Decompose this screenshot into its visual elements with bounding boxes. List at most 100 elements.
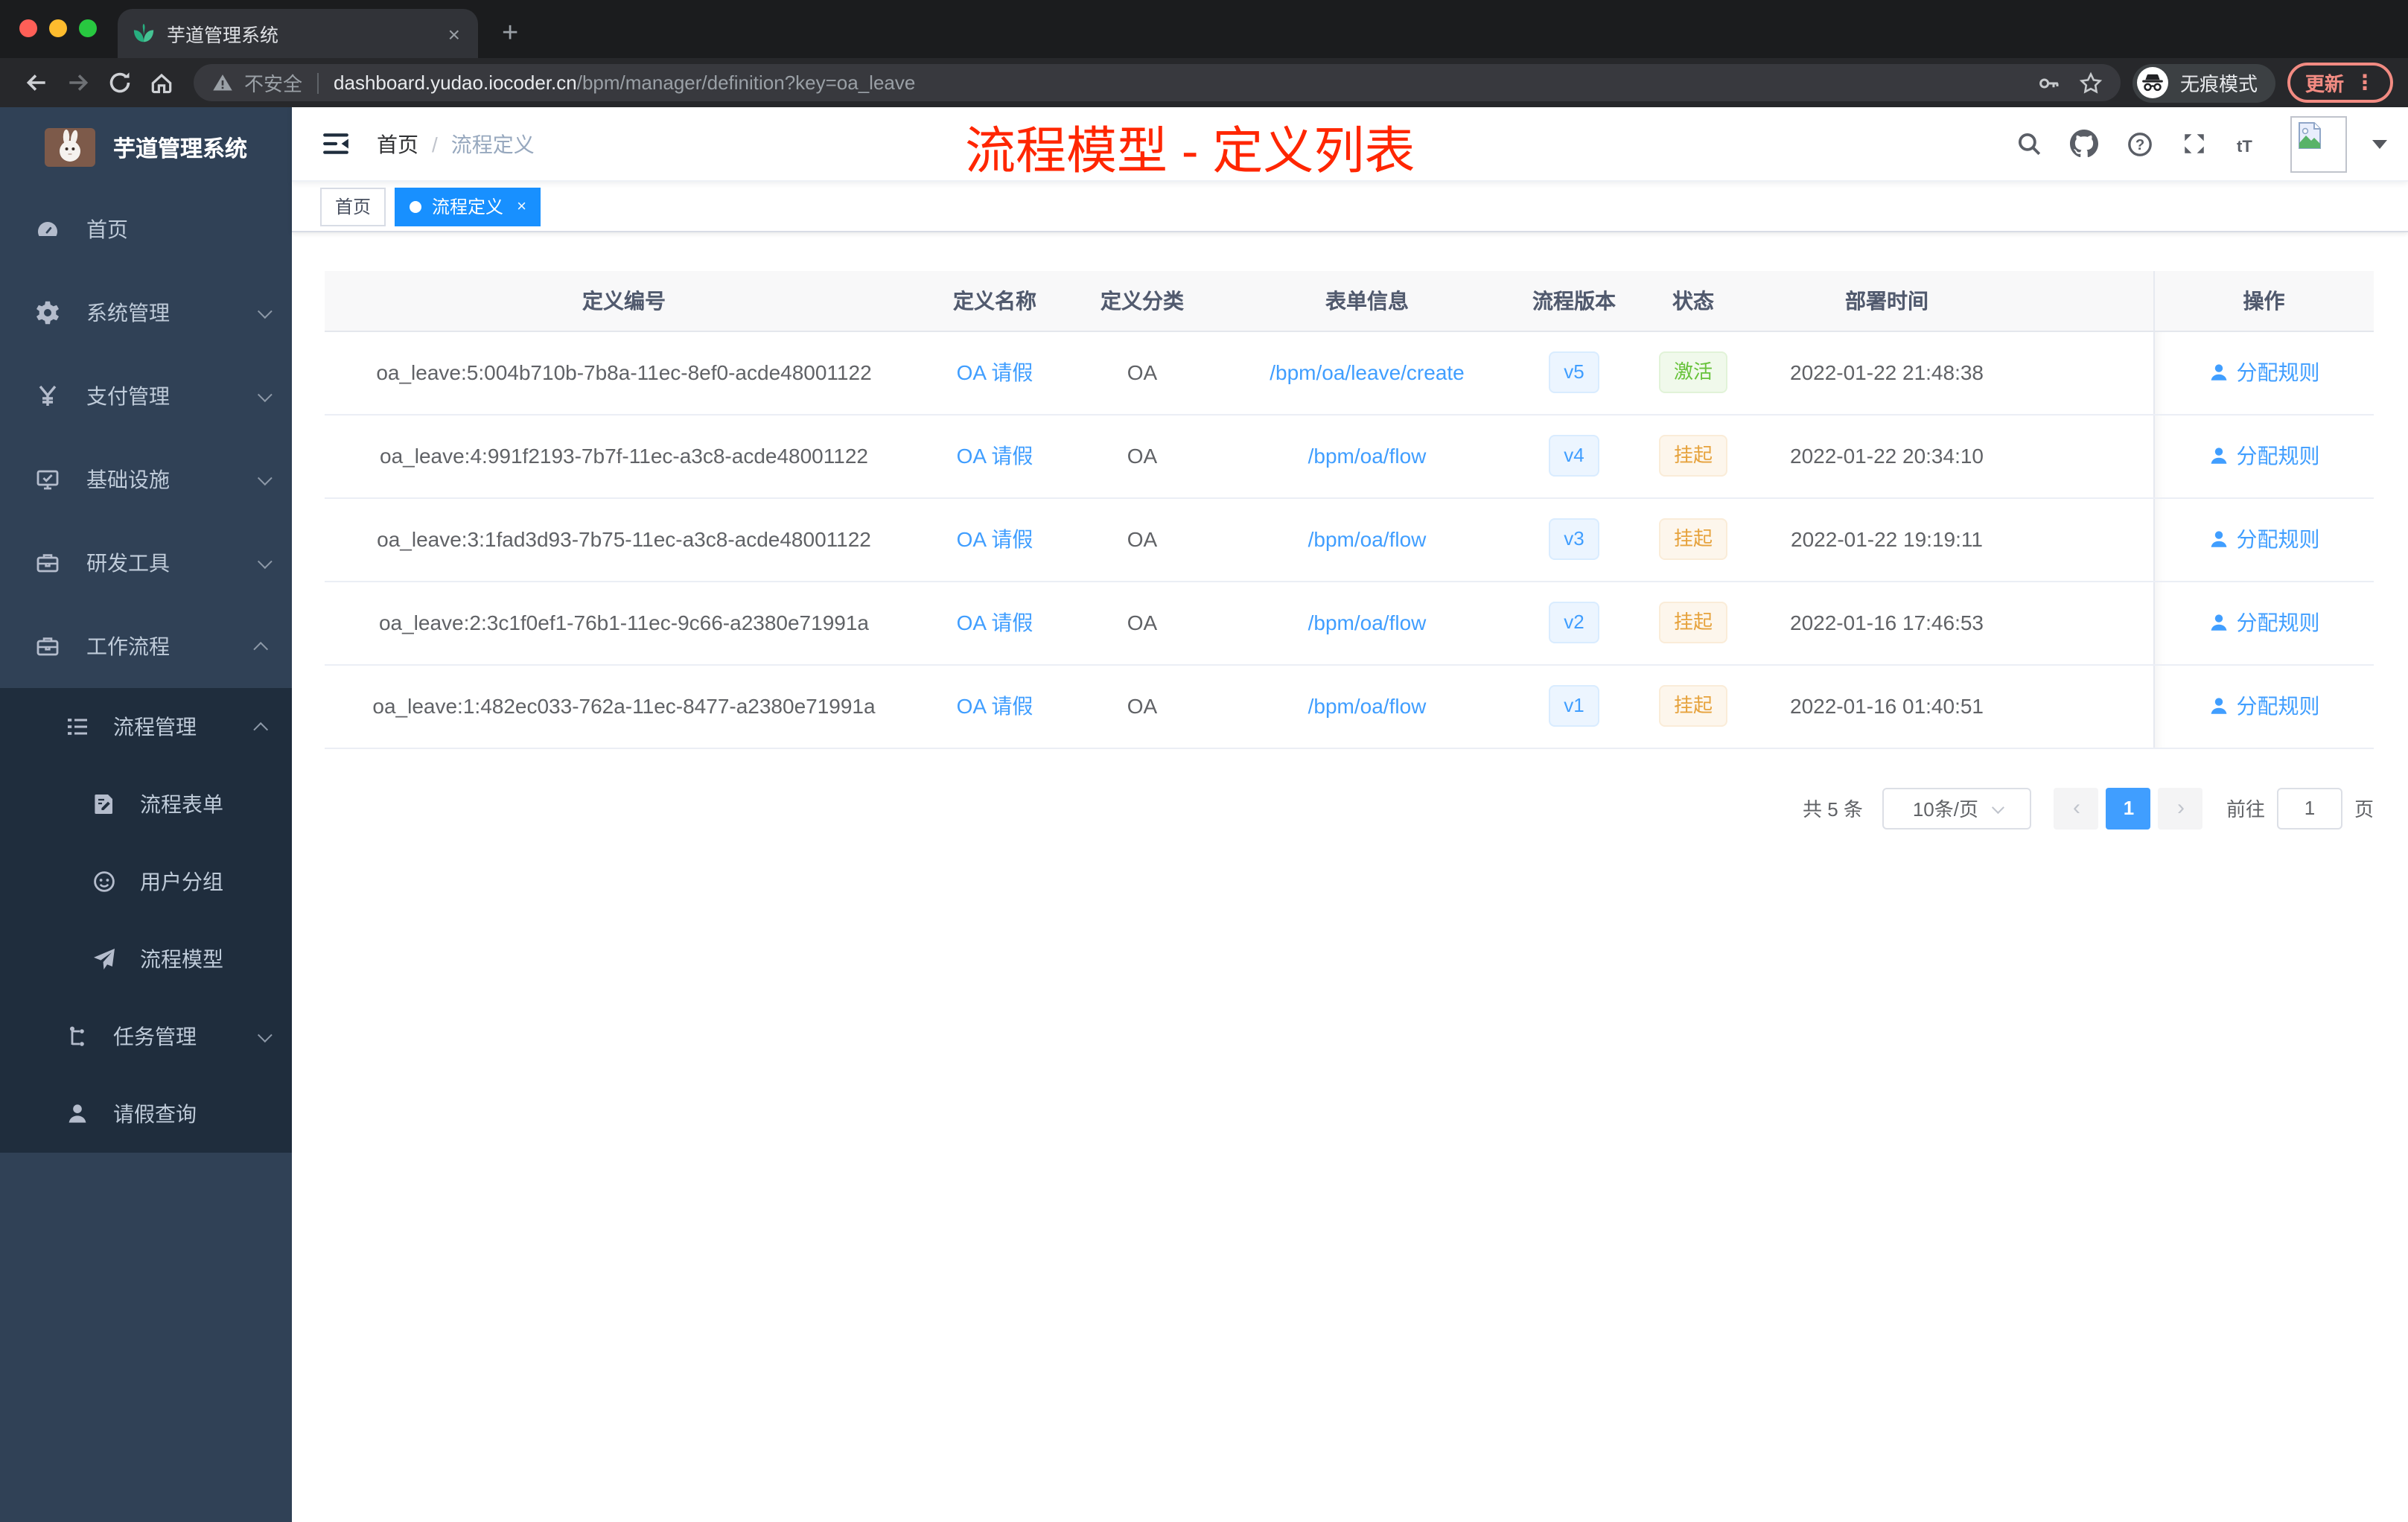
url-path: /bpm/manager/definition?key=oa_leave [576, 71, 916, 94]
tag-home[interactable]: 首页 [320, 187, 386, 226]
table-header-row: 定义编号 定义名称 定义分类 表单信息 流程版本 状态 部署时间 操作 [325, 271, 2374, 331]
table-row: oa_leave:3:1fad3d93-7b75-11ec-a3c8-acde4… [325, 497, 2374, 582]
sidebar-item-process-model[interactable]: 流程模型 [0, 920, 292, 998]
sidebar-item-workflow[interactable]: 工作流程 [0, 605, 292, 688]
sidebar-item-infra[interactable]: 基础设施 [0, 438, 292, 521]
sidebar-item-process-form[interactable]: 流程表单 [0, 765, 292, 843]
assign-rule-button[interactable]: 分配规则 [2208, 608, 2320, 637]
status-badge: 挂起 [1658, 435, 1727, 477]
total-count-label: 共 5 条 [1803, 798, 1863, 821]
sidebar-collapse-icon[interactable] [319, 128, 353, 159]
sidebar-item-leave-query[interactable]: 请假查询 [0, 1075, 292, 1153]
cell-deploy-time: 2022-01-22 21:48:38 [1754, 331, 2019, 415]
chevron-down-icon [257, 470, 273, 485]
user-icon [2211, 614, 2226, 631]
form-link[interactable]: /bpm/oa/flow [1308, 694, 1427, 718]
bookmark-star-icon[interactable] [2079, 71, 2103, 95]
assign-rule-button[interactable]: 分配规则 [2208, 357, 2320, 387]
pagination: 共 5 条 10条/页 ‹ 1 › 前往 页 [325, 787, 2374, 829]
dashboard-icon [38, 222, 57, 236]
sidebar-item-task-mgmt[interactable]: 任务管理 [0, 998, 292, 1075]
next-page-button[interactable]: › [2158, 787, 2203, 829]
browser-tab[interactable]: 芋道管理系统 × [118, 9, 478, 58]
page-content: 定义编号 定义名称 定义分类 表单信息 流程版本 状态 部署时间 操作 oa_l… [292, 232, 2408, 829]
sidebar-item-system[interactable]: 系统管理 [0, 271, 292, 354]
definition-name-link[interactable]: OA 请假 [957, 527, 1033, 551]
window-close-button[interactable] [19, 19, 37, 37]
cell-deploy-time: 2022-01-16 01:40:51 [1754, 664, 2019, 748]
table-row: oa_leave:5:004b710b-7b8a-11ec-8ef0-acde4… [325, 331, 2374, 415]
col-header-version: 流程版本 [1516, 271, 1632, 331]
sidebar-item-home[interactable]: 首页 [0, 188, 292, 271]
page-size-select[interactable]: 10条/页 [1882, 787, 2031, 829]
back-button[interactable] [15, 62, 57, 104]
window-zoom-button[interactable] [79, 19, 97, 37]
home-button[interactable] [140, 62, 182, 104]
status-badge: 激活 [1658, 351, 1727, 393]
cell-category: OA [1066, 497, 1218, 582]
prev-page-button[interactable]: ‹ [2054, 787, 2099, 829]
paper-plane-icon [94, 949, 115, 969]
chevron-down-icon [1990, 800, 2004, 814]
version-badge: v3 [1549, 518, 1599, 560]
list-icon [68, 719, 87, 735]
sidebar-item-label: 流程模型 [140, 947, 223, 971]
tag-close-icon[interactable]: × [517, 197, 526, 215]
assign-rule-button[interactable]: 分配规则 [2208, 441, 2320, 471]
address-bar[interactable]: 不安全 dashboard.yudao.iocoder.cn/bpm/manag… [194, 64, 2121, 101]
fullscreen-icon[interactable] [2179, 128, 2210, 159]
avatar[interactable] [2290, 115, 2347, 172]
search-icon[interactable] [2013, 128, 2045, 159]
breadcrumb: 首页 / 流程定义 [377, 129, 535, 159]
breadcrumb-home[interactable]: 首页 [377, 129, 418, 159]
col-header-id: 定义编号 [325, 271, 923, 331]
new-tab-button[interactable]: + [493, 16, 527, 51]
form-link[interactable]: /bpm/oa/flow [1308, 611, 1427, 634]
incognito-icon [2136, 67, 2168, 98]
app-logo[interactable]: 芋道管理系统 [0, 107, 292, 188]
face-icon [94, 871, 115, 892]
page-unit-label: 页 [2354, 798, 2374, 821]
definition-table: 定义编号 定义名称 定义分类 表单信息 流程版本 状态 部署时间 操作 oa_l… [325, 271, 2374, 748]
form-link[interactable]: /bpm/oa/flow [1308, 444, 1427, 468]
sidebar-item-label: 研发工具 [86, 551, 170, 575]
password-key-icon[interactable] [2037, 71, 2061, 95]
screen: 芋道管理系统 × + 不安全 dashboard.yudao.iocoder.c… [0, 0, 2408, 1522]
col-header-name: 定义名称 [923, 271, 1066, 331]
tab-close-icon[interactable]: × [445, 20, 463, 47]
sidebar-item-label: 工作流程 [86, 634, 170, 658]
help-icon[interactable]: ? [2124, 127, 2156, 160]
browser-menu-icon[interactable]: ⋮ [2354, 70, 2375, 95]
goto-page-input[interactable] [2276, 787, 2342, 829]
definition-name-link[interactable]: OA 请假 [957, 360, 1033, 384]
font-size-icon[interactable]: tT [2232, 130, 2268, 158]
github-icon[interactable] [2067, 127, 2101, 161]
cell-category: OA [1066, 581, 1218, 665]
sidebar-item-user-group[interactable]: 用户分组 [0, 843, 292, 920]
sidebar-item-process-mgmt[interactable]: 流程管理 [0, 688, 292, 765]
app-title: 芋道管理系统 [113, 136, 248, 162]
form-link[interactable]: /bpm/oa/leave/create [1270, 360, 1465, 384]
sidebar-item-devtools[interactable]: 研发工具 [0, 521, 292, 605]
table-row: oa_leave:2:3c1f0ef1-76b1-11ec-9c66-a2380… [325, 581, 2374, 665]
forward-button[interactable] [57, 62, 98, 104]
sidebar-item-pay[interactable]: 支付管理 [0, 354, 292, 438]
reload-button[interactable] [98, 62, 140, 104]
page-number-button[interactable]: 1 [2106, 787, 2151, 829]
goto-label: 前往 [2226, 798, 2265, 821]
definition-name-link[interactable]: OA 请假 [957, 611, 1033, 634]
definition-name-link[interactable]: OA 请假 [957, 444, 1033, 468]
browser-update-button[interactable]: 更新 ⋮ [2287, 63, 2393, 103]
tag-label: 首页 [335, 197, 372, 217]
form-link[interactable]: /bpm/oa/flow [1308, 527, 1427, 551]
avatar-caret-icon[interactable] [2372, 139, 2387, 148]
version-badge: v2 [1549, 602, 1599, 643]
security-label[interactable]: 不安全 [244, 69, 302, 97]
yuan-icon [39, 385, 57, 406]
not-secure-warning-icon [213, 74, 232, 91]
definition-name-link[interactable]: OA 请假 [957, 694, 1033, 718]
assign-rule-button[interactable]: 分配规则 [2208, 524, 2320, 554]
tag-process-definition[interactable]: 流程定义 × [395, 187, 541, 226]
window-minimize-button[interactable] [49, 19, 67, 37]
assign-rule-button[interactable]: 分配规则 [2208, 691, 2320, 721]
